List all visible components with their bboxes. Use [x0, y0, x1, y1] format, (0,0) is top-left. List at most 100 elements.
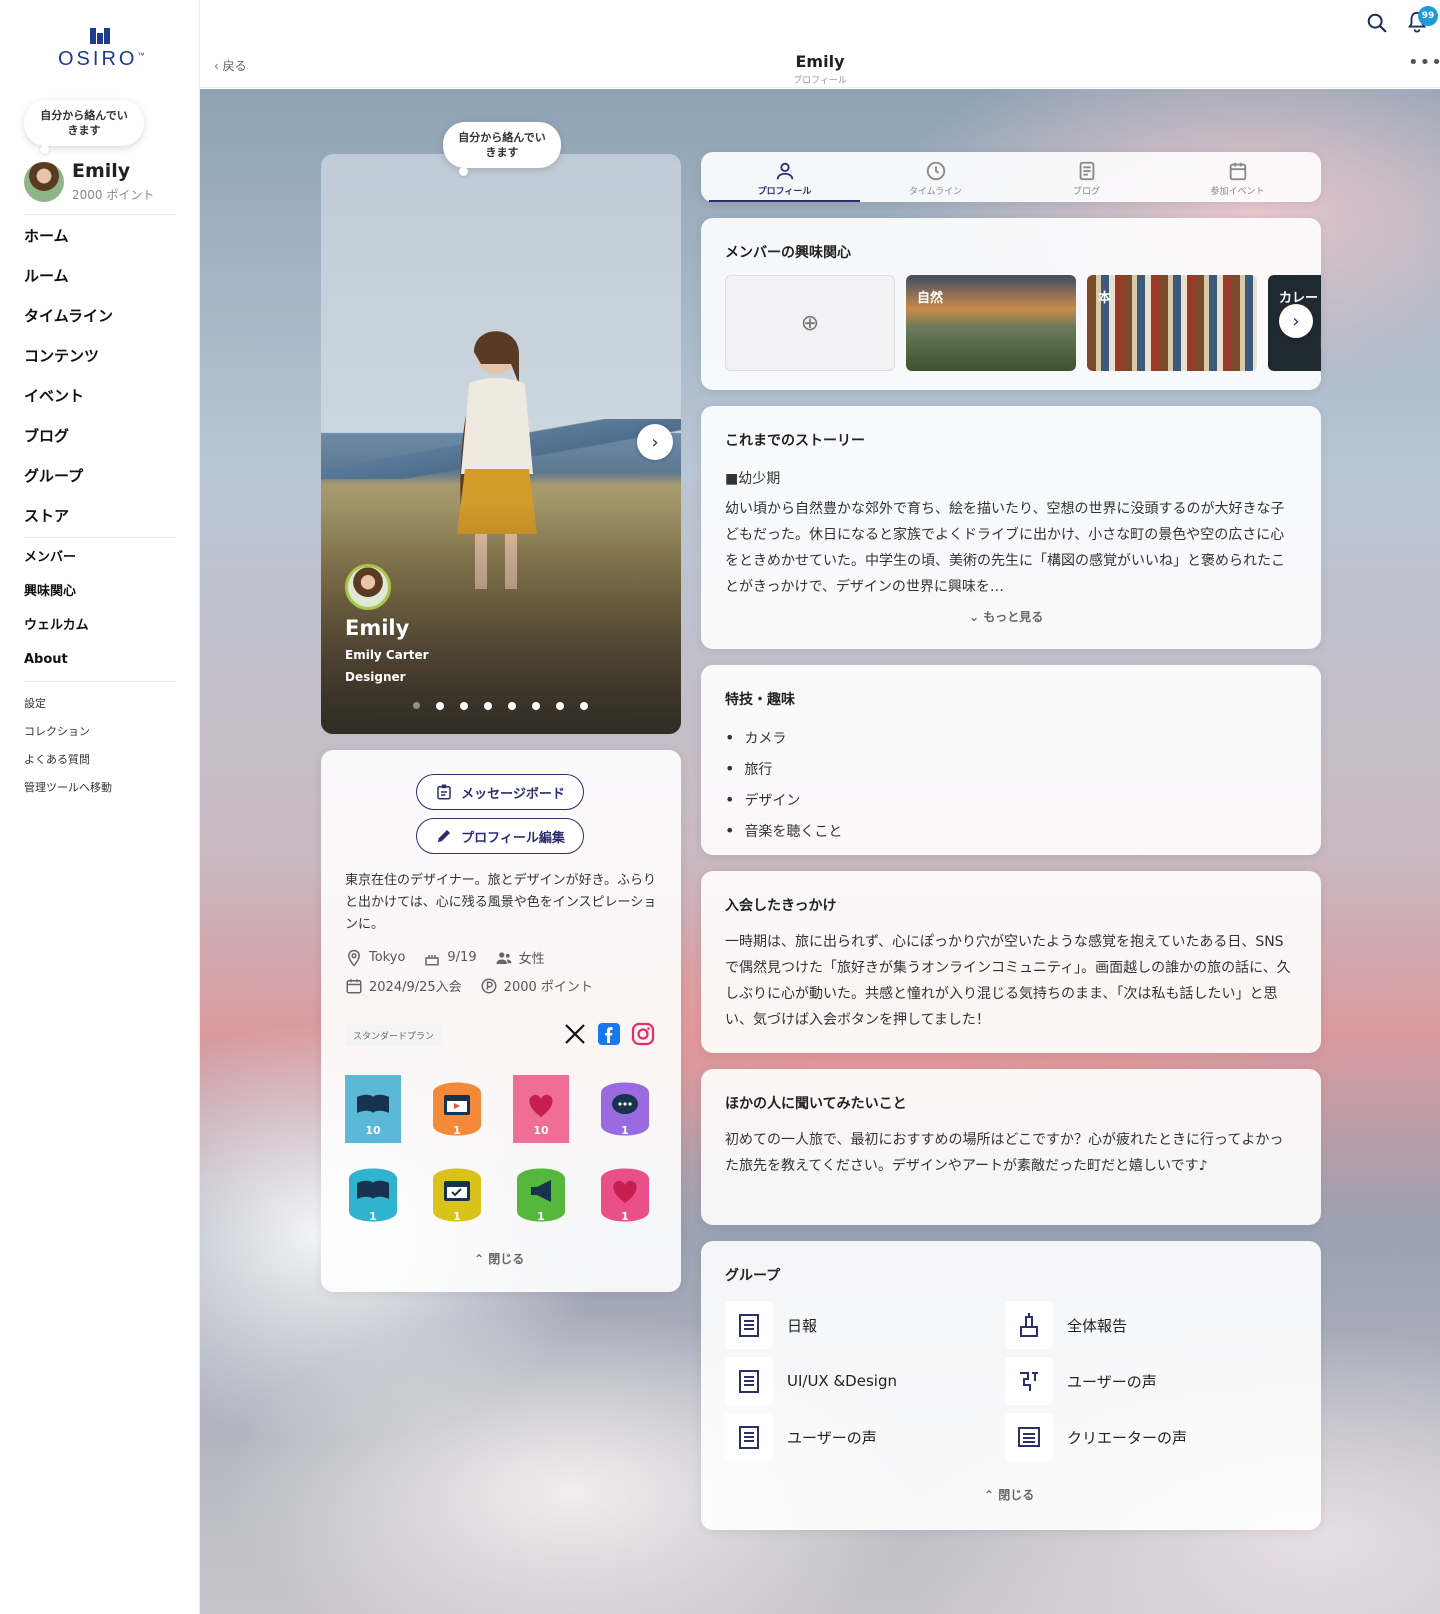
- sidebar-item-about[interactable]: About: [24, 643, 184, 677]
- more-menu-icon[interactable]: •••: [1408, 52, 1440, 73]
- interest-label: 本: [1098, 291, 1112, 306]
- tab-events[interactable]: 参加イベント: [1162, 152, 1313, 202]
- tab-timeline[interactable]: タイムライン: [860, 152, 1011, 202]
- sidebar-item-event[interactable]: イベント: [24, 376, 184, 416]
- interests-card: メンバーの興味関心 ⊕ 自然 本 カレー ›: [701, 218, 1321, 390]
- badge-chat[interactable]: 1: [597, 1075, 653, 1143]
- edit-profile-label: プロフィール編集: [461, 830, 565, 846]
- instagram-icon[interactable]: [631, 1022, 655, 1046]
- flow-icon: [1020, 1372, 1038, 1391]
- board-icon: [437, 784, 451, 800]
- report-icon: [739, 1426, 759, 1449]
- carousel-dots[interactable]: [413, 702, 588, 712]
- calendar-icon: [346, 978, 362, 993]
- close-label: 閉じる: [488, 1252, 525, 1266]
- groups-title: グループ: [725, 1268, 781, 1284]
- sidebar-item-contents[interactable]: コンテンツ: [24, 336, 184, 376]
- sidebar-item-room[interactable]: ルーム: [24, 256, 184, 296]
- badge-calendar-check[interactable]: 1: [429, 1161, 485, 1229]
- profile-photo-carousel[interactable]: Emily Emily Carter Designer ›: [321, 154, 681, 734]
- sidebar-item-admin-tools[interactable]: 管理ツールへ移動: [24, 774, 184, 802]
- sidebar-item-group[interactable]: グループ: [24, 456, 184, 496]
- badge-book[interactable]: 10: [345, 1075, 401, 1143]
- collapse-button[interactable]: ⌃ 閉じる: [474, 1250, 524, 1267]
- carousel-dot[interactable]: [556, 702, 564, 710]
- sidebar-item-timeline[interactable]: タイムライン: [24, 296, 184, 336]
- search-icon[interactable]: [1366, 12, 1388, 34]
- osiro-logo[interactable]: OSIRO™: [58, 28, 144, 71]
- sidebar-item-interests[interactable]: 興味関心: [24, 575, 184, 609]
- interest-tile-books[interactable]: 本: [1087, 275, 1257, 371]
- badge-calendar-play[interactable]: 1: [429, 1075, 485, 1143]
- group-item[interactable]: クリエーターの声: [1005, 1413, 1285, 1461]
- sidebar-item-welcome[interactable]: ウェルカム: [24, 609, 184, 643]
- small-nav: 設定 コレクション よくある質問 管理ツールへ移動: [24, 690, 184, 802]
- sidebar-user[interactable]: Emily 2000 ポイント: [24, 160, 184, 204]
- group-item[interactable]: ユーザーの声: [1005, 1357, 1285, 1405]
- back-label: 戻る: [222, 59, 247, 73]
- hobbies-card: 特技・趣味 カメラ 旅行 デザイン 音楽を聴くこと: [701, 665, 1321, 855]
- gender-meta: 女性: [495, 948, 545, 967]
- carousel-dot[interactable]: [484, 702, 492, 710]
- story-heading: ■幼少期: [725, 471, 781, 487]
- add-interest-button[interactable]: ⊕: [725, 275, 895, 371]
- report-icon: [739, 1314, 759, 1337]
- profile-full-name: Emily Carter: [345, 648, 429, 662]
- facebook-icon[interactable]: [597, 1022, 621, 1046]
- carousel-dot[interactable]: [460, 702, 468, 710]
- chevron-right-icon[interactable]: ›: [1279, 304, 1313, 338]
- collapse-button[interactable]: ⌃ 閉じる: [984, 1486, 1034, 1503]
- group-item[interactable]: UI/UX &Design: [725, 1357, 1005, 1405]
- carousel-dot[interactable]: [413, 702, 420, 709]
- carousel-dot[interactable]: [580, 702, 588, 710]
- sidebar-item-members[interactable]: メンバー: [24, 541, 184, 575]
- show-more-label: もっと見る: [983, 610, 1044, 624]
- story-body: 幼い頃から自然豊かな郊外で育ち、絵を描いたり、空想の世界に没頭するのが大好きな子…: [725, 501, 1285, 595]
- list-item: 音楽を聴くこと: [725, 816, 842, 847]
- sidebar-item-store[interactable]: ストア: [24, 496, 184, 536]
- profile-info-card: メッセージボード プロフィール編集 東京在住のデザイナー。旅とデザインが好き。ふ…: [321, 750, 681, 1292]
- gender-text: 女性: [518, 952, 545, 967]
- back-button[interactable]: ‹ 戻る: [214, 57, 247, 74]
- sidebar: OSIRO™ 自分から絡んでいきます Emily 2000 ポイント ホーム ル…: [0, 0, 200, 1614]
- badge-count: 1: [369, 1210, 377, 1223]
- sidebar-item-blog[interactable]: ブログ: [24, 416, 184, 456]
- interest-label: カレー: [1279, 291, 1319, 306]
- badge-heart[interactable]: 10: [513, 1075, 569, 1143]
- group-item[interactable]: 全体報告: [1005, 1301, 1285, 1349]
- group-name: ユーザーの声: [787, 1428, 877, 1447]
- chevron-right-icon[interactable]: ›: [637, 424, 673, 460]
- edit-profile-button[interactable]: プロフィール編集: [416, 818, 584, 854]
- tab-profile[interactable]: プロフィール: [709, 152, 860, 202]
- profile-tabs: プロフィール タイムライン ブログ 参加イベント: [701, 152, 1321, 202]
- carousel-dot[interactable]: [436, 702, 444, 710]
- badge-megaphone[interactable]: 1: [513, 1161, 569, 1229]
- sidebar-item-settings[interactable]: 設定: [24, 690, 184, 718]
- carousel-dot[interactable]: [508, 702, 516, 710]
- show-more-button[interactable]: ⌄ もっと見る: [969, 608, 1043, 625]
- hobbies-title: 特技・趣味: [725, 692, 795, 708]
- x-icon[interactable]: [563, 1022, 587, 1046]
- sidebar-item-collection[interactable]: コレクション: [24, 718, 184, 746]
- badge-book[interactable]: 1: [345, 1161, 401, 1229]
- chevron-up-icon: ⌃: [474, 1252, 489, 1266]
- questions-title: ほかの人に聞いてみたいこと: [725, 1096, 907, 1112]
- clock-icon: [926, 161, 945, 181]
- group-item[interactable]: 日報: [725, 1301, 1005, 1349]
- list-item: デザイン: [725, 785, 842, 816]
- badge-count: 1: [537, 1210, 545, 1223]
- group-item[interactable]: ユーザーの声: [725, 1413, 1005, 1461]
- message-board-button[interactable]: メッセージボード: [416, 774, 584, 810]
- sidebar-item-home[interactable]: ホーム: [24, 216, 184, 256]
- tab-label: プロフィール: [757, 187, 812, 197]
- group-name: ユーザーの声: [1067, 1372, 1157, 1391]
- questions-body: 初めての一人旅で、最初におすすめの場所はどこですか？心が疲れたときに行ってよかっ…: [725, 1132, 1284, 1174]
- badge-count: 1: [621, 1124, 629, 1137]
- points-meta: 2000 ポイント: [480, 976, 593, 995]
- interest-label: 自然: [917, 291, 944, 306]
- badge-heart[interactable]: 1: [597, 1161, 653, 1229]
- interest-tile-nature[interactable]: 自然: [906, 275, 1076, 371]
- tab-blog[interactable]: ブログ: [1011, 152, 1162, 202]
- carousel-dot[interactable]: [532, 702, 540, 710]
- sidebar-item-faq[interactable]: よくある質問: [24, 746, 184, 774]
